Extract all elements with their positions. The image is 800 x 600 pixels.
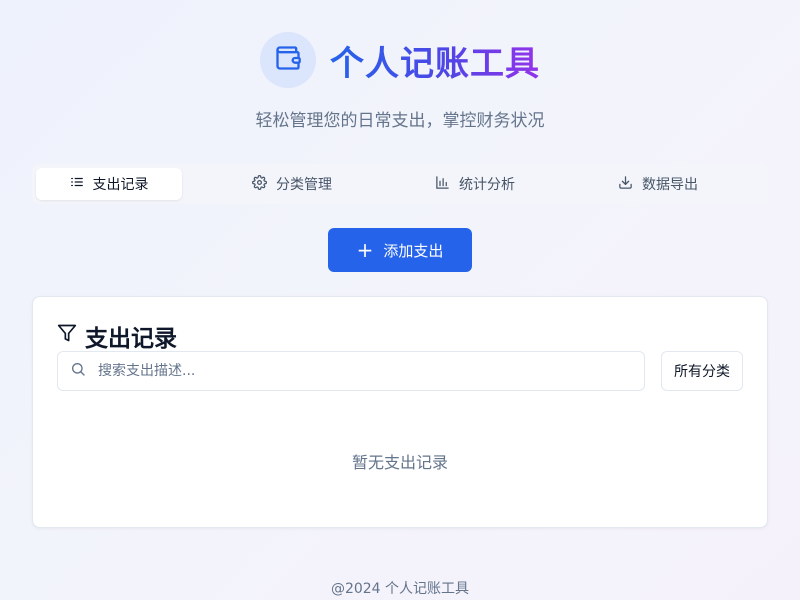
tab-data-export[interactable]: 数据导出	[585, 168, 731, 200]
gear-icon	[252, 174, 276, 194]
tab-category-management[interactable]: 分类管理	[219, 168, 365, 200]
tab-label: 统计分析	[459, 177, 515, 193]
plus-icon: +	[356, 238, 374, 262]
app-subtitle: 轻松管理您的日常支出，掌控财务状况	[255, 111, 545, 131]
search-icon	[70, 361, 86, 381]
app-logo	[260, 32, 316, 88]
tab-label: 分类管理	[276, 177, 332, 193]
tab-expense-records[interactable]: 支出记录	[36, 168, 182, 200]
category-filter-select[interactable]: 所有分类	[661, 351, 743, 391]
empty-state-message: 暂无支出记录	[351, 453, 448, 472]
app-title: 个人记账工具	[330, 36, 540, 85]
panel-title-text: 支出记录	[85, 326, 177, 352]
footer-copyright: @2024 个人记账工具	[330, 581, 470, 597]
add-expense-button[interactable]: + 添加支出	[328, 228, 472, 272]
bar-chart-icon	[435, 175, 459, 194]
main-tabs: 支出记录 分类管理 统计分析 数据导出	[32, 164, 768, 204]
panel-title: 支出记录	[57, 319, 177, 353]
download-icon	[618, 175, 642, 194]
tab-label: 支出记录	[92, 177, 149, 193]
app-header: 个人记账工具	[0, 32, 800, 88]
tab-statistics[interactable]: 统计分析	[402, 168, 548, 200]
tab-label: 数据导出	[642, 177, 698, 193]
expense-records-panel: 支出记录 所有分类 暂无支出记录	[32, 296, 768, 528]
list-icon	[70, 175, 93, 193]
add-expense-label: 添加支出	[383, 241, 444, 260]
search-input[interactable]	[98, 363, 644, 379]
search-box[interactable]	[57, 351, 645, 391]
filter-icon	[57, 323, 85, 349]
wallet-icon	[274, 44, 302, 76]
